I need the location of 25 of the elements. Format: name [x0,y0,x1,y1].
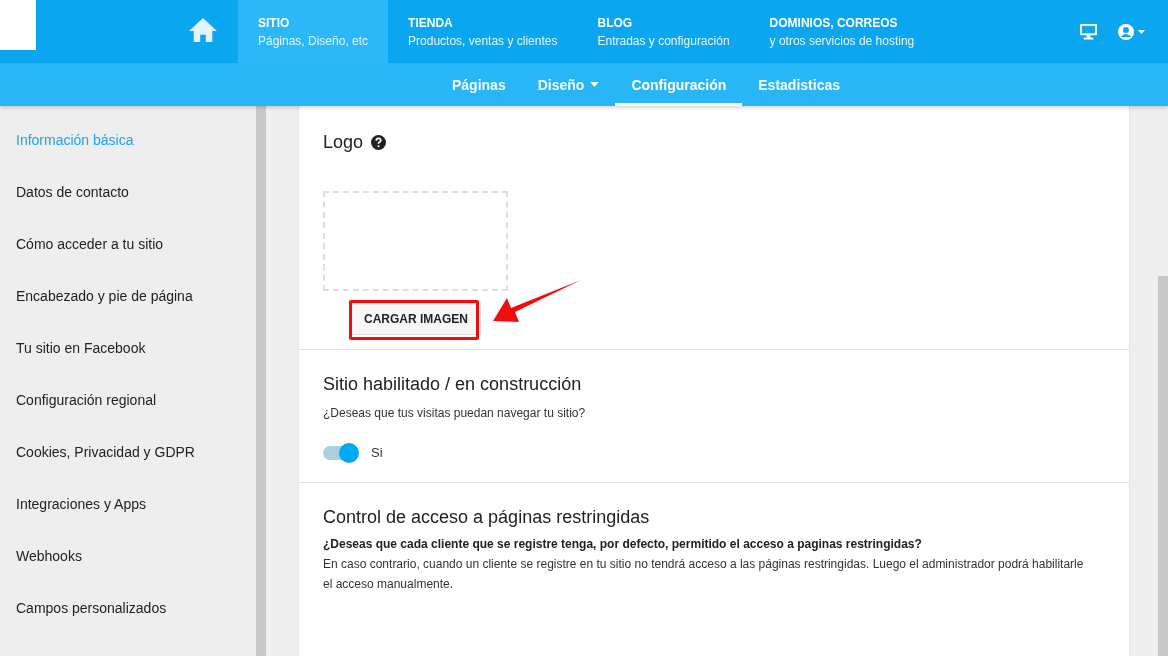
user-menu-icon[interactable] [1116,22,1148,41]
monitor-icon[interactable] [1079,23,1098,40]
section-title: Logo [323,132,364,153]
sidebar-item[interactable]: Encabezado y pie de página [0,278,256,330]
sidebar-item[interactable]: Cookies, Privacidad y GDPR [0,434,256,486]
toggle-switch[interactable] [323,445,357,460]
sidebar-item[interactable]: Webhooks [0,538,256,590]
logo-area [0,0,36,50]
sidebar-item[interactable]: Datos de contacto [0,174,256,226]
upload-image-button[interactable]: CARGAR IMAGEN [351,303,481,335]
help-icon[interactable] [371,135,387,150]
image-drop-area[interactable] [323,191,508,291]
sidebar-item[interactable]: Cómo acceder a tu sitio [0,226,256,278]
section-title: Sitio habilitado / en construcción [323,374,583,395]
section-title: Control de acceso a páginas restringidas [323,507,651,528]
sidebar-item[interactable]: Tu sitio en Facebook [0,330,256,382]
section-question: ¿Deseas que cada cliente que se registre tenga, por defecto, permitido el acceso a paginas restringidas? [323,536,923,553]
caret-icon [590,82,600,87]
home-icon[interactable] [188,17,218,43]
toggle-label: Si [371,445,383,460]
sidebar-item[interactable]: Integraciones y Apps [0,486,256,538]
section-description: En caso contrario, cuando un cliente se registre en tu sitio no tendrá acceso a las páginas restringidas. Luego el administrador podrá habilitarle el acceso manualmente. [323,556,1085,593]
sidebar-item[interactable]: Campos personalizados [0,590,256,642]
sidebar-item[interactable]: Configuración regional [0,382,256,434]
section-question: ¿Deseas que tus visitas puedan navegar tu sitio? [323,405,587,422]
